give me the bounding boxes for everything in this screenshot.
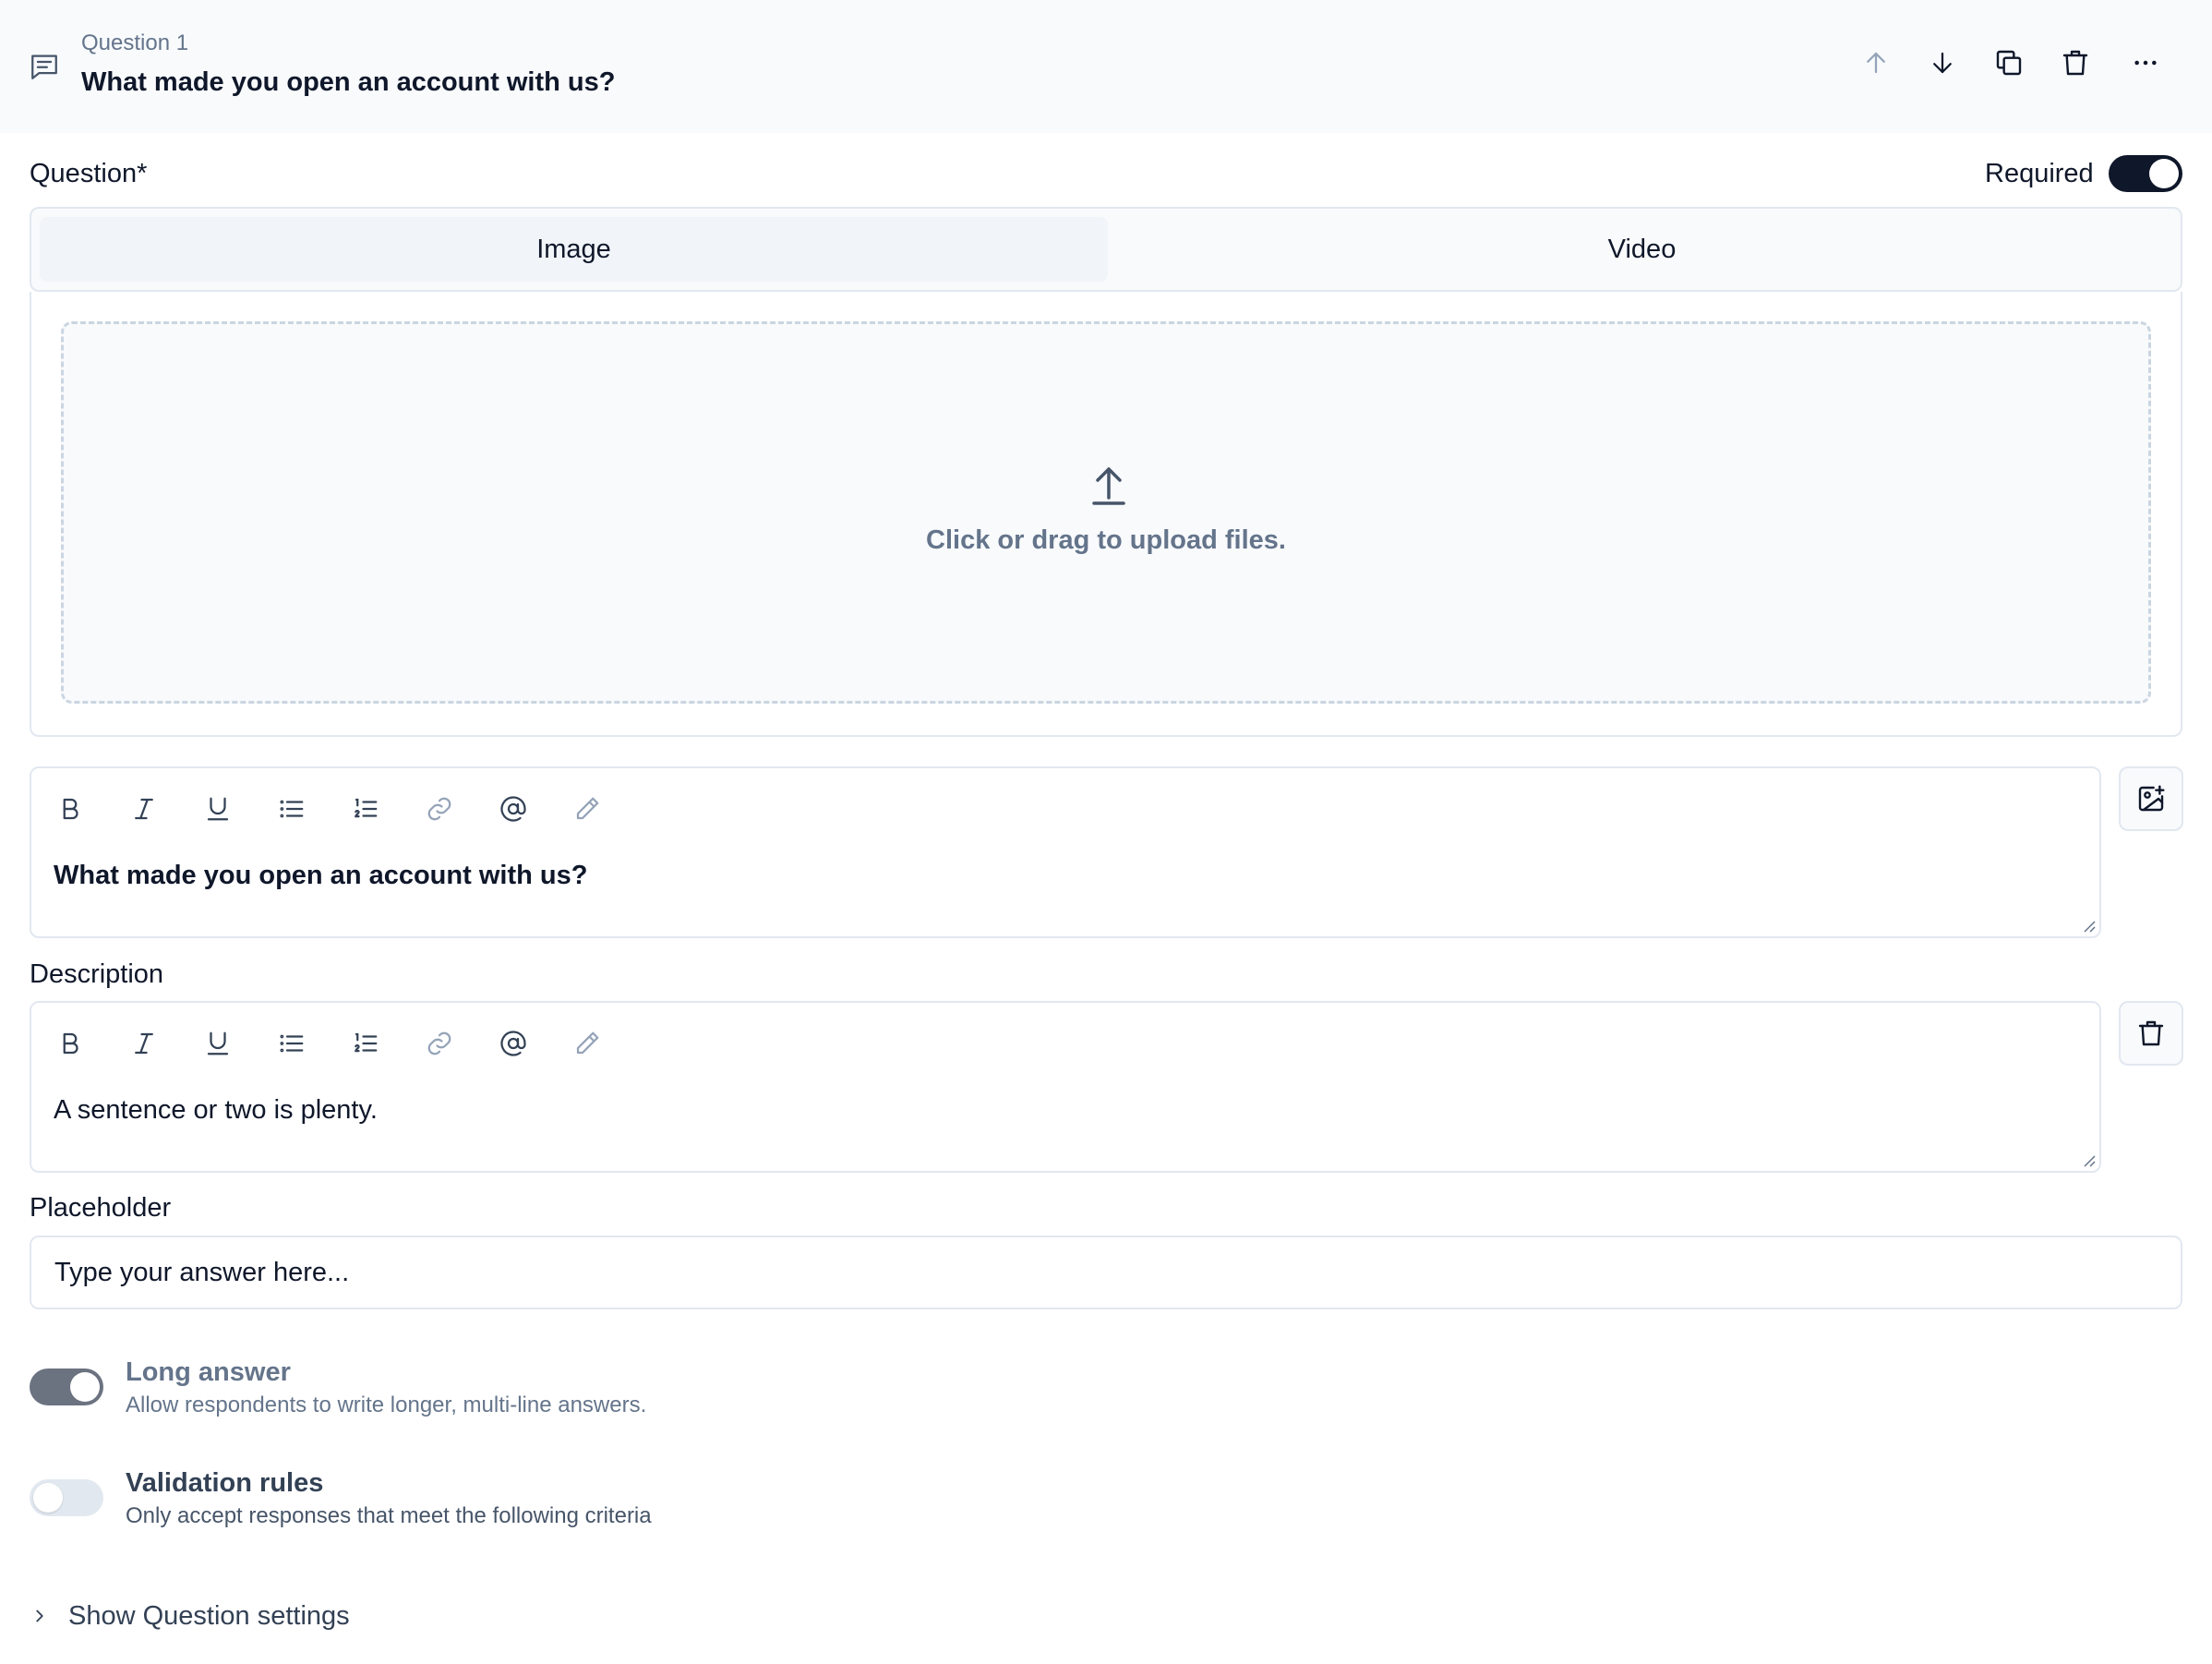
show-question-settings-label: Show Question settings (68, 1600, 350, 1631)
upload-panel: Click or drag to upload files. (30, 292, 2182, 737)
arrow-down-icon (1929, 49, 1956, 77)
description-editor-content[interactable]: A sentence or two is plenty. (54, 1095, 378, 1126)
resize-handle-icon[interactable] (2081, 918, 2096, 933)
underline-button[interactable] (199, 790, 236, 827)
question-rich-text-editor[interactable]: What made you open an account with us? (30, 766, 2101, 938)
pen-icon (573, 1030, 601, 1057)
move-up-button[interactable] (1857, 44, 1894, 81)
description-rich-text-editor[interactable]: A sentence or two is plenty. (30, 1001, 2101, 1173)
question-header: Question 1 What made you open an account… (0, 0, 2212, 133)
question-number: Question 1 (81, 30, 189, 55)
mention-icon (499, 795, 527, 823)
pen-button[interactable] (569, 1025, 606, 1062)
add-image-button[interactable] (2119, 766, 2183, 831)
trash-icon (2136, 1019, 2166, 1048)
underline-button[interactable] (199, 1025, 236, 1062)
tab-video[interactable]: Video (1108, 217, 2176, 282)
arrow-up-icon (1862, 49, 1890, 77)
underline-icon (204, 795, 232, 823)
move-down-button[interactable] (1924, 44, 1961, 81)
long-answer-toggle[interactable] (30, 1369, 103, 1405)
bold-icon (56, 795, 84, 823)
bullet-list-icon (278, 795, 306, 823)
italic-button[interactable] (126, 790, 162, 827)
placeholder-input[interactable]: Type your answer here... (30, 1236, 2182, 1309)
bold-button[interactable] (52, 790, 89, 827)
bullet-list-button[interactable] (273, 1025, 310, 1062)
numbered-list-button[interactable] (347, 1025, 384, 1062)
link-icon (426, 795, 453, 823)
more-options-button[interactable] (2127, 44, 2164, 81)
bullet-list-button[interactable] (273, 790, 310, 827)
link-button[interactable] (421, 1025, 458, 1062)
delete-question-button[interactable] (2057, 44, 2094, 81)
copy-icon (1994, 48, 2024, 78)
description-label: Description (30, 959, 164, 989)
validation-rules-toggle[interactable] (30, 1479, 103, 1516)
underline-icon (204, 1030, 232, 1057)
bold-icon (56, 1030, 84, 1057)
tab-image[interactable]: Image (40, 217, 1108, 282)
link-icon (426, 1030, 453, 1057)
mention-button[interactable] (495, 1025, 532, 1062)
required-label: Required (1985, 159, 2094, 188)
chevron-right-icon (30, 1606, 50, 1626)
more-icon (2131, 48, 2160, 78)
numbered-list-icon (352, 795, 379, 823)
toggle-knob (33, 1483, 63, 1513)
question-title: What made you open an account with us? (81, 67, 616, 97)
italic-icon (130, 1030, 158, 1057)
long-answer-title: Long answer (126, 1357, 291, 1387)
duplicate-button[interactable] (1990, 44, 2027, 81)
bullet-list-icon (278, 1030, 306, 1057)
mention-icon (499, 1030, 527, 1057)
required-toggle[interactable] (2109, 155, 2182, 192)
trash-icon (2061, 48, 2090, 78)
file-dropzone[interactable]: Click or drag to upload files. (61, 321, 2151, 704)
upload-hint: Click or drag to upload files. (926, 525, 1286, 555)
numbered-list-icon (352, 1030, 379, 1057)
long-answer-description: Allow respondents to write longer, multi… (126, 1393, 647, 1417)
mention-button[interactable] (495, 790, 532, 827)
pen-button[interactable] (569, 790, 606, 827)
question-editor-content[interactable]: What made you open an account with us? (54, 861, 587, 891)
resize-handle-icon[interactable] (2081, 1152, 2096, 1167)
numbered-list-button[interactable] (347, 790, 384, 827)
upload-icon (1090, 464, 1127, 507)
delete-description-button[interactable] (2119, 1001, 2183, 1066)
question-label: Question* (30, 159, 148, 188)
italic-icon (130, 795, 158, 823)
link-button[interactable] (421, 790, 458, 827)
validation-rules-description: Only accept responses that meet the foll… (126, 1503, 652, 1528)
validation-rules-title: Validation rules (126, 1468, 324, 1498)
italic-button[interactable] (126, 1025, 162, 1062)
pen-icon (573, 795, 601, 823)
bold-button[interactable] (52, 1025, 89, 1062)
message-square-icon (29, 51, 60, 82)
toggle-knob (70, 1372, 100, 1402)
toggle-knob (2149, 159, 2179, 188)
placeholder-label: Placeholder (30, 1193, 172, 1223)
show-question-settings-toggle[interactable]: Show Question settings (30, 1598, 350, 1634)
image-plus-icon (2136, 784, 2166, 814)
media-type-tabs: Image Video (30, 207, 2182, 292)
